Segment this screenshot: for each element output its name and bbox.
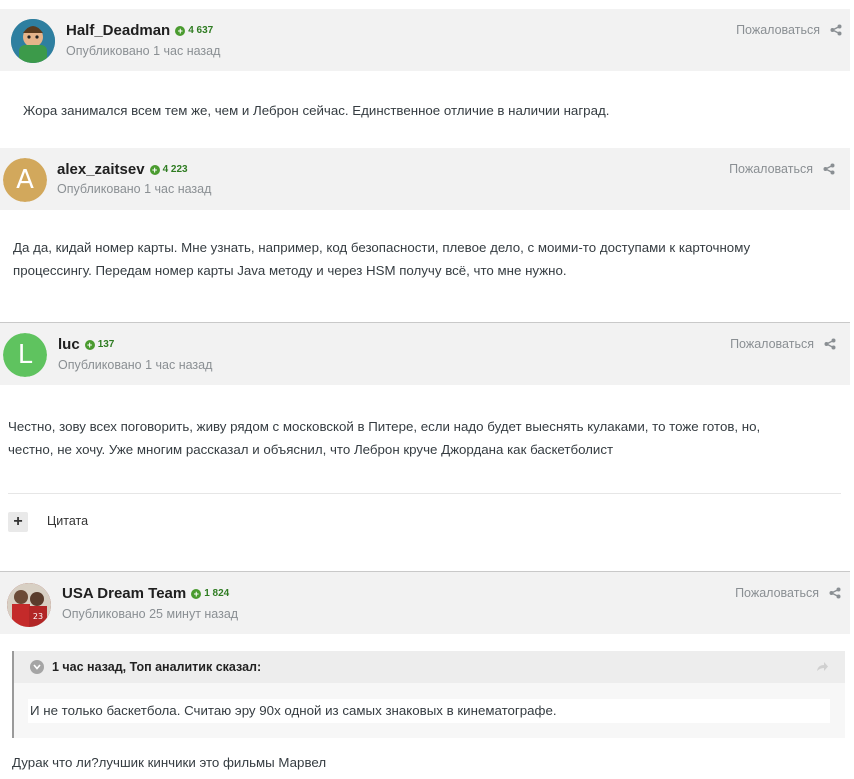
reputation-badge: + 1 824 [191, 588, 229, 599]
post-header: A alex_zaitsev + 4 223 Опубликовано 1 ча… [0, 148, 850, 210]
share-icon[interactable] [823, 163, 835, 175]
reputation-badge: + 4 223 [149, 164, 188, 175]
content-divider [8, 493, 841, 494]
jump-to-post-icon[interactable] [815, 660, 829, 674]
author-line: alex_zaitsev + 4 223 [57, 161, 188, 178]
post-date: Опубликовано 1 час назад [58, 358, 213, 372]
chevron-down-icon[interactable] [30, 660, 44, 674]
post-half-deadman: Half_Deadman + 4 637 Опубликовано 1 час … [0, 9, 850, 71]
author-line: Half_Deadman + 4 637 [66, 22, 213, 39]
quote-add-button[interactable]: + [8, 512, 28, 532]
plus-icon: + [175, 25, 186, 36]
post-date: Опубликовано 1 час назад [57, 182, 212, 196]
avatar-letter: A [16, 165, 34, 195]
reputation-count: 4 223 [162, 164, 188, 175]
report-label: Пожаловаться [730, 337, 814, 351]
report-label: Пожаловаться [735, 586, 819, 600]
chevron-down-glyph [33, 664, 41, 670]
author-line: USA Dream Team + 1 824 [62, 585, 229, 602]
report-link[interactable]: Пожаловаться [730, 337, 836, 351]
quote-text: И не только баскетбола. Считаю эру 90х о… [28, 699, 830, 723]
author-line: luc + 137 [58, 336, 114, 353]
author-name[interactable]: alex_zaitsev [57, 161, 145, 178]
share-icon[interactable] [824, 338, 836, 350]
avatar[interactable] [11, 19, 55, 63]
share-icon[interactable] [830, 24, 842, 36]
avatar[interactable]: 23 [7, 583, 51, 627]
report-link[interactable]: Пожаловаться [736, 23, 842, 37]
avatar-letter-circle: L [3, 333, 47, 377]
post-header: L luc + 137 Опубликовано 1 час назад Пож… [0, 323, 850, 385]
avatar[interactable]: A [3, 158, 47, 202]
plus-icon: + [191, 588, 202, 599]
post-usa-dream-team: 23 USA Dream Team + 1 824 Опубликовано 2… [0, 572, 850, 634]
post-body-line: честно, не хочу. Уже многим рассказал и … [8, 442, 614, 457]
post-body: Дурак что ли?лучшик кинчики это фильмы М… [12, 755, 327, 770]
reputation-badge: + 4 637 [175, 25, 213, 36]
post-body: Да да, кидай номер карты. Мне узнать, на… [13, 236, 750, 282]
reputation-count: 1 824 [204, 588, 230, 599]
post-header: 23 USA Dream Team + 1 824 Опубликовано 2… [0, 572, 850, 634]
quote-title: 1 час назад, Топ аналитик сказал: [52, 660, 262, 674]
avatar-image [11, 19, 55, 63]
reputation-count: 137 [97, 339, 115, 350]
post-body-line: Да да, кидай номер карты. Мне узнать, на… [13, 240, 751, 255]
svg-text:23: 23 [33, 612, 43, 621]
post-date: Опубликовано 1 час назад [66, 44, 221, 58]
post-body-line: процессингу. Передам номер карты Java ме… [13, 263, 567, 278]
plus-icon: + [84, 339, 95, 350]
quote-block: 1 час назад, Топ аналитик сказал: И не т… [12, 651, 845, 738]
reputation-badge: + 137 [84, 339, 115, 350]
post-alex-zaitsev: A alex_zaitsev + 4 223 Опубликовано 1 ча… [0, 148, 850, 210]
author-name[interactable]: Half_Deadman [66, 22, 170, 39]
report-label: Пожаловаться [736, 23, 820, 37]
post-body-line: Честно, зову всех поговорить, живу рядом… [8, 419, 761, 434]
avatar-image: 23 [7, 583, 51, 627]
avatar-letter: L [17, 340, 33, 370]
post-header: Half_Deadman + 4 637 Опубликовано 1 час … [0, 9, 850, 71]
author-name[interactable]: luc [58, 336, 80, 353]
plus-icon: + [149, 164, 160, 175]
quote-header[interactable]: 1 час назад, Топ аналитик сказал: [14, 651, 845, 683]
report-link[interactable]: Пожаловаться [729, 162, 835, 176]
post-body: Честно, зову всех поговорить, живу рядом… [8, 415, 760, 461]
report-label: Пожаловаться [729, 162, 813, 176]
post-luc: L luc + 137 Опубликовано 1 час назад Пож… [0, 323, 850, 385]
avatar[interactable]: L [3, 333, 47, 377]
quote-button-label[interactable]: Цитата [47, 514, 88, 528]
post-body: Жора занимался всем тем же, чем и Леброн… [23, 103, 610, 118]
report-link[interactable]: Пожаловаться [735, 586, 841, 600]
share-icon[interactable] [829, 587, 841, 599]
author-name[interactable]: USA Dream Team [62, 585, 186, 602]
reputation-count: 4 637 [188, 25, 214, 36]
post-date: Опубликовано 25 минут назад [62, 607, 239, 621]
avatar-letter-circle: A [3, 158, 47, 202]
plus-icon: + [13, 513, 23, 530]
